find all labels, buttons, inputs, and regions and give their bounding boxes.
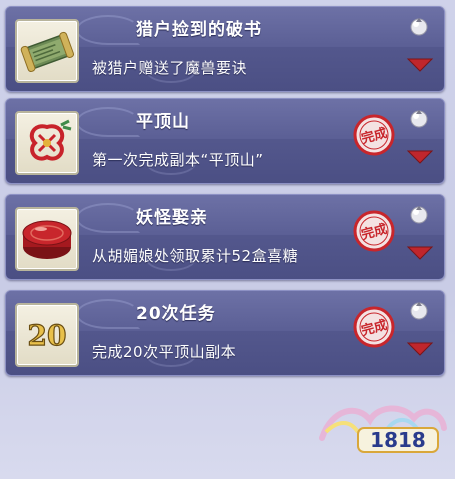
quest-description: 从胡媚娘处领取累计52盒喜糖 <box>92 247 299 265</box>
decorative-swirl <box>76 107 140 137</box>
pearl-icon <box>410 110 428 128</box>
pearl-icon <box>410 206 428 224</box>
quest-card[interactable]: 猎户捡到的破书 被猎户赠送了魔兽要诀 <box>5 6 445 92</box>
red-knot-icon <box>29 119 72 161</box>
expand-arrow-icon[interactable] <box>406 341 434 357</box>
decorative-swirl <box>76 15 140 45</box>
quest-description: 完成20次平顶山副本 <box>92 343 237 361</box>
quest-icon-frame <box>15 111 79 175</box>
quest-card[interactable]: 妖怪娶亲 从胡媚娘处领取累计52盒喜糖 完成 <box>5 194 445 280</box>
expand-arrow-icon[interactable] <box>406 245 434 261</box>
completed-stamp-icon: 完成 <box>353 306 395 348</box>
icon-number-label: 20 <box>28 319 67 352</box>
site-logo-watermark: 1818 <box>319 405 447 453</box>
quest-card[interactable]: 20 20次任务 完成20次平顶山副本 完成 <box>5 290 445 376</box>
pearl-icon <box>410 302 428 320</box>
quest-title: 猎户捡到的破书 <box>136 20 262 40</box>
expand-arrow-icon[interactable] <box>406 57 434 73</box>
decorative-swirl <box>76 203 140 233</box>
completed-stamp-icon: 完成 <box>353 114 395 156</box>
quest-icon-frame: 20 <box>15 303 79 367</box>
completed-stamp-icon: 完成 <box>353 210 395 252</box>
quest-card[interactable]: 平顶山 第一次完成副本“平顶山” 完成 <box>5 98 445 184</box>
quest-title: 平顶山 <box>136 112 190 132</box>
expand-arrow-icon[interactable] <box>406 149 434 165</box>
quest-description: 被猎户赠送了魔兽要诀 <box>92 59 248 77</box>
quest-icon-frame <box>15 207 79 271</box>
pearl-icon <box>410 18 428 36</box>
scroll-icon <box>20 31 74 73</box>
logo-text: 1818 <box>370 428 426 452</box>
quest-panel: 猎户捡到的破书 被猎户赠送了魔兽要诀 平顶山 第一次完成副本“平顶山” 完成 妖… <box>0 0 455 479</box>
quest-icon-frame <box>15 19 79 83</box>
number-20-icon: 20 <box>27 318 67 352</box>
decorative-swirl <box>76 299 140 329</box>
quest-title: 20次任务 <box>136 304 216 324</box>
quest-description: 第一次完成副本“平顶山” <box>92 151 264 169</box>
candy-box-icon <box>22 220 72 259</box>
quest-title: 妖怪娶亲 <box>136 208 208 228</box>
